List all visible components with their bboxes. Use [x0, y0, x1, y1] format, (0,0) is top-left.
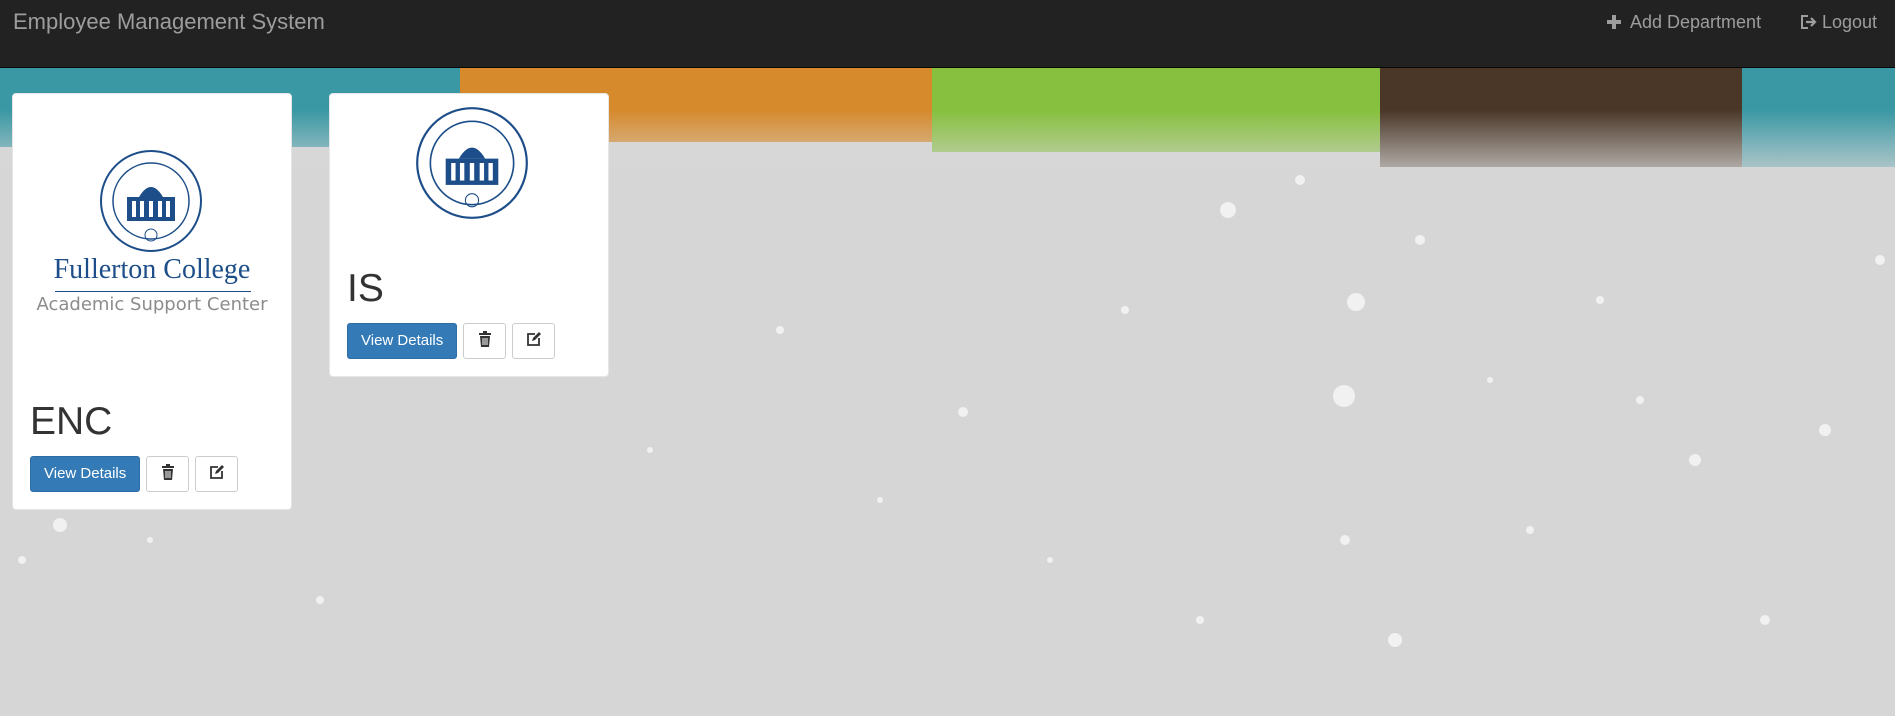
trash-icon — [161, 463, 175, 485]
department-name: ENC — [30, 400, 113, 443]
add-department-link[interactable]: Add Department — [1606, 11, 1761, 33]
logout-icon — [1800, 14, 1818, 30]
logo-divider — [55, 291, 251, 292]
edit-icon — [526, 331, 542, 352]
card-actions: View Details — [30, 456, 239, 492]
brand-title[interactable]: Employee Management System — [13, 10, 325, 34]
logo-center-name: Academic Support Center — [36, 294, 268, 315]
logout-label: Logout — [1822, 12, 1878, 32]
edit-button[interactable] — [195, 456, 239, 492]
top-navbar: Employee Management System Add Departmen… — [0, 0, 1895, 68]
view-details-button[interactable]: View Details — [347, 323, 458, 359]
trash-icon — [478, 330, 492, 352]
edit-icon — [209, 464, 225, 485]
logout-link[interactable]: Logout — [1800, 11, 1877, 33]
delete-button[interactable] — [463, 323, 507, 359]
fullerton-seal-logo — [100, 150, 202, 252]
logo-college-name: Fullerton College — [53, 254, 251, 285]
department-card-enc: Fullerton College Academic Support Cente… — [12, 93, 292, 510]
delete-button[interactable] — [146, 456, 190, 492]
card-actions: View Details — [347, 323, 556, 359]
plus-icon — [1606, 14, 1622, 30]
fullerton-seal-logo — [416, 107, 528, 219]
department-card-is: IS View Details — [329, 93, 609, 377]
view-details-button[interactable]: View Details — [30, 456, 141, 492]
department-name: IS — [347, 267, 384, 310]
add-department-label: Add Department — [1630, 12, 1762, 32]
edit-button[interactable] — [512, 323, 556, 359]
